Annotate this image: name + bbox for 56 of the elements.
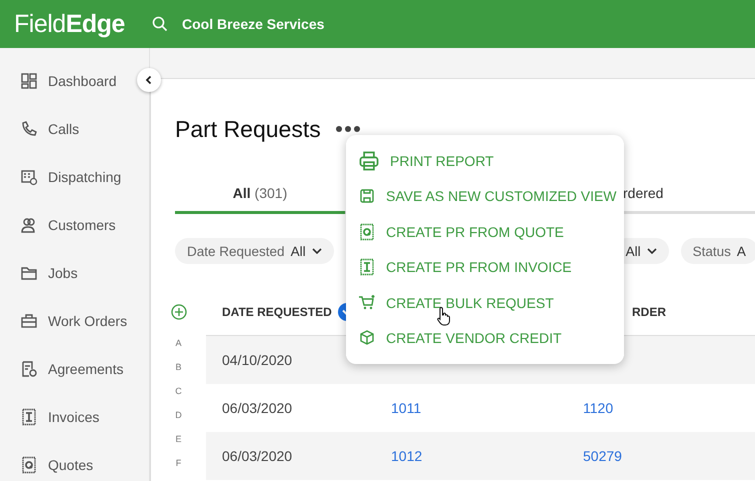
search-icon[interactable]: [152, 16, 168, 32]
more-button[interactable]: [334, 125, 361, 133]
table-cell-text: 06/03/2020: [221, 400, 294, 416]
cart-icon: [358, 294, 376, 312]
table-link[interactable]: 1120: [567, 400, 755, 416]
invoice-icon: [20, 408, 38, 426]
page-title: Part Requests: [175, 116, 321, 142]
menu-item[interactable]: PRINT REPORT: [346, 143, 624, 178]
phone-icon: [20, 120, 38, 138]
company-name: Cool Breeze Services: [182, 16, 324, 32]
collapse-button[interactable]: [137, 68, 161, 92]
index-letter[interactable]: C: [175, 379, 182, 403]
sidebar-item[interactable]: Agreements: [0, 345, 128, 393]
filter-chip[interactable]: Status A: [680, 238, 755, 264]
sidebar-item[interactable]: Work Orders: [0, 297, 128, 345]
box-icon: [358, 329, 376, 348]
menu-item[interactable]: CREATE BULK REQUEST: [346, 285, 624, 320]
index-letter[interactable]: F: [176, 451, 182, 475]
tab[interactable]: rdered: [623, 174, 664, 214]
menu-item[interactable]: CREATE PR FROM QUOTE: [346, 214, 624, 250]
table-cell-text: 06/03/2020: [221, 448, 294, 464]
column-header[interactable]: RDER: [632, 304, 666, 318]
menu-item[interactable]: SAVE AS NEW CUSTOMIZED VIEW: [346, 178, 624, 214]
sidebar-item[interactable]: Invoices: [0, 393, 128, 441]
sidebar-item[interactable]: Customers: [0, 201, 128, 249]
dashboard-icon: [20, 72, 38, 90]
briefcase-icon: [20, 312, 38, 330]
add-icon[interactable]: [170, 304, 186, 320]
sidebar-item[interactable]: Quotes: [0, 441, 128, 481]
table-link[interactable]: 1011: [375, 400, 567, 416]
sidebar-item[interactable]: Dispatching: [0, 153, 128, 201]
sidebar-item[interactable]: Jobs: [0, 249, 128, 297]
column-header[interactable]: DATE REQUESTED: [222, 304, 332, 318]
index-letter[interactable]: A: [175, 331, 182, 355]
table-link[interactable]: 1012: [375, 448, 567, 464]
save-icon: [358, 187, 376, 206]
index-letter[interactable]: B: [175, 355, 182, 379]
sidebar-item[interactable]: Calls: [0, 105, 128, 153]
chevron-down-icon: [646, 248, 657, 254]
logo: FieldEdge: [13, 10, 126, 38]
table-cell-text: 04/10/2020: [221, 352, 294, 368]
printer-icon: [358, 150, 380, 172]
filter-chip[interactable]: Date Requested All: [175, 238, 334, 264]
quote-icon: [20, 456, 38, 474]
sidebar-item[interactable]: Dashboard: [0, 57, 128, 105]
menu-item[interactable]: CREATE VENDOR CREDIT: [346, 320, 624, 356]
index-letter[interactable]: D: [175, 403, 182, 427]
quote-icon: [358, 222, 376, 241]
chevron-left-icon: [144, 75, 154, 85]
chevron-down-icon: [312, 248, 322, 254]
invoice-icon: [358, 258, 376, 276]
menu-item[interactable]: CREATE PR FROM INVOICE: [346, 250, 624, 285]
calendar-icon: [20, 168, 38, 186]
document-icon: [20, 360, 38, 378]
table-link[interactable]: 50279: [567, 448, 755, 464]
index-letter[interactable]: E: [175, 427, 182, 451]
